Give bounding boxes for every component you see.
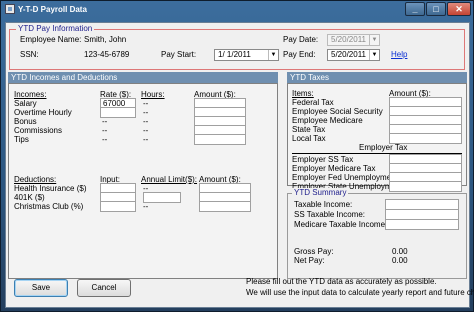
deduction-label-christmas-club: Christmas Club (%) xyxy=(14,202,84,211)
medicare-taxable-income-input[interactable] xyxy=(385,219,459,230)
title-bar[interactable]: Y-T-D Payroll Data _ □ ✕ xyxy=(1,1,473,18)
incomes-header: YTD Incomes and Deductions xyxy=(8,72,278,83)
window-title: Y-T-D Payroll Data xyxy=(18,5,87,14)
ss-taxable-income-label: SS Taxable Income: xyxy=(294,210,366,219)
medicare-taxable-income-label: Medicare Taxable Income: xyxy=(294,220,388,229)
minimize-button[interactable]: _ xyxy=(405,2,425,16)
pay-start-label: Pay Start: xyxy=(161,50,197,59)
employee-name-label: Employee Name: xyxy=(20,35,82,44)
annual-limit-column-header: Annual Limit($): xyxy=(141,175,198,184)
taxable-income-label: Taxable Income: xyxy=(294,200,353,209)
ssn-label: SSN: xyxy=(20,50,39,59)
save-button[interactable]: Save xyxy=(14,279,68,297)
close-button[interactable]: ✕ xyxy=(447,2,471,16)
401k-limit-input[interactable] xyxy=(143,192,181,203)
pay-info-group-title: YTD Pay Information xyxy=(16,24,95,33)
taxes-header: YTD Taxes xyxy=(287,72,467,83)
pay-start-dropdown-icon[interactable]: ▼ xyxy=(268,50,278,60)
summary-group-title: YTD Summary xyxy=(292,188,349,197)
pay-info-group: YTD Pay Information Employee Name: Smith… xyxy=(9,24,465,70)
net-pay-value: 0.00 xyxy=(392,256,408,265)
pay-end-date-picker[interactable]: 5/20/2011 ▼ xyxy=(327,49,380,61)
tax-label-local: Local Tax xyxy=(292,134,326,143)
pay-end-dropdown-icon[interactable]: ▼ xyxy=(369,50,379,60)
footer-note-line2: We will use the input data to calculate … xyxy=(246,288,474,297)
pay-start-value: 1/ 1/2011 xyxy=(218,50,251,59)
net-pay-label: Net Pay: xyxy=(294,256,325,265)
cancel-button[interactable]: Cancel xyxy=(77,279,131,297)
tips-rate: -- xyxy=(102,135,108,144)
help-link[interactable]: Help xyxy=(391,50,407,60)
christmas-club-limit: -- xyxy=(143,202,149,211)
income-label-tips: Tips xyxy=(14,135,29,144)
employer-state-unemployment-input[interactable] xyxy=(389,181,462,192)
tips-hours: -- xyxy=(143,135,149,144)
christmas-club-input[interactable] xyxy=(100,201,136,212)
app-icon xyxy=(5,4,15,14)
incomes-panel: Incomes: Rate ($): Hours: Amount ($): Sa… xyxy=(8,83,278,279)
pay-date-dropdown-icon: ▼ xyxy=(369,35,379,45)
pay-date-value: 5/20/2011 xyxy=(331,35,366,44)
ssn-value: 123-45-6789 xyxy=(84,50,130,59)
employer-tax-title: Employer Tax xyxy=(359,143,408,152)
pay-end-label: Pay End: xyxy=(283,50,316,59)
pay-start-date-picker[interactable]: 1/ 1/2011 ▼ xyxy=(214,49,279,61)
christmas-club-amount-input[interactable] xyxy=(199,201,251,212)
taxes-panel: Items: Amount ($): Federal Tax Employee … xyxy=(287,83,467,192)
footer-note-line1: Please fill out the YTD data as accurate… xyxy=(246,277,437,286)
maximize-button[interactable]: □ xyxy=(426,2,446,16)
summary-group: YTD Summary Taxable Income: SS Taxable I… xyxy=(287,188,467,279)
tips-amount-input[interactable] xyxy=(194,134,246,145)
payroll-window: Y-T-D Payroll Data _ □ ✕ YTD Pay Informa… xyxy=(0,0,474,312)
pay-date-picker: 5/20/2011 ▼ xyxy=(327,34,380,46)
pay-end-value: 5/20/2011 xyxy=(331,50,366,59)
pay-date-label: Pay Date: xyxy=(283,35,319,44)
employee-name-value: Smith, John xyxy=(84,35,127,44)
dialog-client-area: YTD Pay Information Employee Name: Smith… xyxy=(5,22,474,308)
